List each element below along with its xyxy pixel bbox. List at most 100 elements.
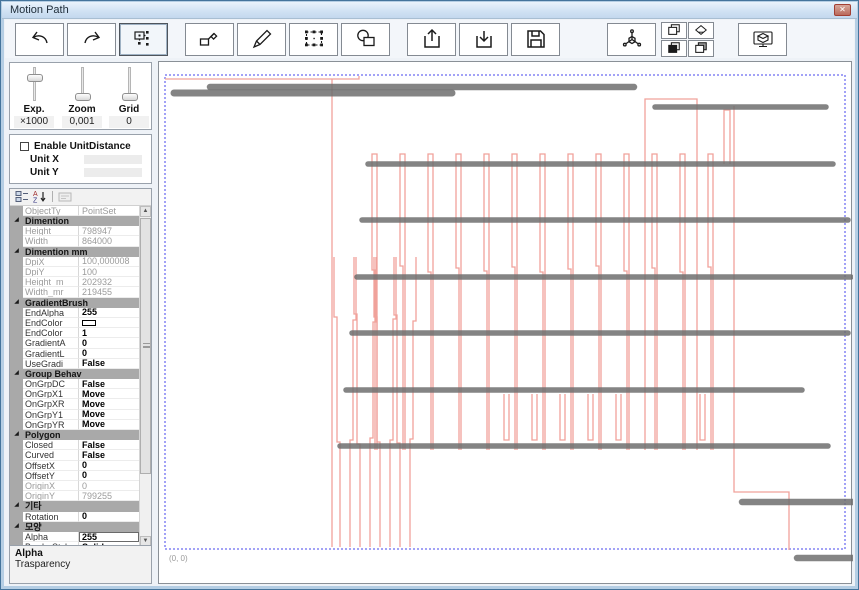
property-row[interactable]: BorderStylSolid <box>10 542 139 545</box>
property-row[interactable]: OnGrpX1Move <box>10 389 139 399</box>
title-bar[interactable]: Motion Path ✕ <box>2 2 857 19</box>
property-value[interactable]: 0 <box>79 512 139 522</box>
property-value[interactable]: 202932 <box>79 277 139 287</box>
motion-path-segment[interactable] <box>700 394 705 440</box>
property-value[interactable]: 0 <box>79 461 139 471</box>
category-row[interactable]: ◢Dimention mm <box>10 247 139 257</box>
category-row[interactable]: ◢GradientBrush <box>10 298 139 308</box>
export-button[interactable] <box>407 23 456 56</box>
eraser-button[interactable] <box>688 22 714 39</box>
unit-y-field[interactable] <box>84 168 142 177</box>
canvas-drawing[interactable] <box>159 62 853 585</box>
property-row[interactable]: ClosedFalse <box>10 440 139 450</box>
property-row[interactable]: Width864000 <box>10 236 139 246</box>
selection-rect[interactable] <box>165 75 845 549</box>
property-value[interactable]: 1 <box>79 328 139 338</box>
property-value[interactable]: Move <box>79 389 139 399</box>
arrange-front-button[interactable] <box>661 22 687 39</box>
property-row[interactable]: UseGradiFalse <box>10 359 139 369</box>
motion-path-segment[interactable] <box>532 394 537 440</box>
motion-path-segment[interactable] <box>334 257 340 547</box>
import-button[interactable] <box>459 23 508 56</box>
collapse-icon[interactable]: ◢ <box>10 430 23 440</box>
property-value[interactable]: 100,000008 <box>79 257 139 267</box>
property-row[interactable]: GradientL0 <box>10 349 139 359</box>
undo-button[interactable] <box>15 23 64 56</box>
property-value[interactable]: False <box>79 440 139 450</box>
property-value[interactable]: False <box>79 359 139 369</box>
property-row[interactable]: Height_m202932 <box>10 277 139 287</box>
grid-slider-thumb[interactable] <box>122 93 138 101</box>
draw-shape-tool-button[interactable] <box>185 23 234 56</box>
motion-path-segment[interactable] <box>616 394 621 440</box>
property-value[interactable]: Move <box>79 420 139 430</box>
collapse-icon[interactable]: ◢ <box>10 522 23 532</box>
grid-slider[interactable] <box>128 67 131 101</box>
property-row[interactable]: OnGrpDCFalse <box>10 379 139 389</box>
color-swatch[interactable] <box>82 320 96 326</box>
drawing-canvas[interactable]: (0, 0) <box>158 61 852 584</box>
motion-path-segment[interactable] <box>568 154 573 450</box>
duplicate-button[interactable] <box>688 40 714 57</box>
motion-path-segment[interactable] <box>680 154 685 450</box>
property-row[interactable]: OriginY799255 <box>10 491 139 501</box>
property-row[interactable]: OnGrpXRMove <box>10 399 139 409</box>
property-value[interactable]: 864000 <box>79 236 139 246</box>
collapse-icon[interactable]: ◢ <box>10 298 23 308</box>
motion-path-segment[interactable] <box>400 154 405 450</box>
property-value[interactable] <box>79 318 139 328</box>
property-value[interactable]: Move <box>79 399 139 409</box>
preview-screen-button[interactable] <box>738 23 787 56</box>
motion-path-segment[interactable] <box>540 154 545 450</box>
property-value[interactable]: 798947 <box>79 226 139 236</box>
property-value[interactable]: 0 <box>79 471 139 481</box>
motion-path-segment[interactable] <box>724 110 730 164</box>
property-row[interactable]: EndColor1 <box>10 328 139 338</box>
property-value[interactable]: 255 <box>79 532 139 542</box>
property-value[interactable]: Move <box>79 410 139 420</box>
save-button[interactable] <box>511 23 560 56</box>
property-row[interactable]: DpiY100 <box>10 267 139 277</box>
zoom-slider-thumb[interactable] <box>75 93 91 101</box>
category-row[interactable]: ◢모양 <box>10 522 139 532</box>
property-row[interactable]: ObjectTyPointSet <box>10 206 139 216</box>
category-row[interactable]: ◢기타 <box>10 501 139 511</box>
property-row[interactable]: OffsetX0 <box>10 461 139 471</box>
motion-path-segment[interactable] <box>390 257 396 547</box>
motion-path-segment[interactable] <box>394 257 400 547</box>
select-tool-button[interactable] <box>289 23 338 56</box>
property-value[interactable]: 799255 <box>79 491 139 501</box>
motion-path-segment[interactable] <box>512 154 517 450</box>
scroll-down-icon[interactable]: ▼ <box>140 536 151 545</box>
motion-path-segment[interactable] <box>708 154 713 450</box>
property-row[interactable]: Width_mr219455 <box>10 287 139 297</box>
alphabetical-sort-button[interactable]: A Z <box>31 190 49 204</box>
motion-path-segment[interactable] <box>484 154 489 450</box>
property-value[interactable]: False <box>79 379 139 389</box>
collapse-icon[interactable]: ◢ <box>10 501 23 511</box>
scrollbar-thumb[interactable] <box>140 218 151 474</box>
motion-path-segment[interactable] <box>504 394 509 440</box>
motion-path-segment[interactable] <box>652 154 657 450</box>
property-pages-button[interactable] <box>56 190 74 204</box>
motion-path-segment[interactable] <box>354 257 360 547</box>
property-value[interactable]: 0 <box>79 338 139 348</box>
motion-path-tool-button[interactable] <box>119 23 168 56</box>
motion-path-segment[interactable] <box>410 257 416 547</box>
arrange-back-button[interactable] <box>661 40 687 57</box>
property-row[interactable]: OnGrpYRMove <box>10 420 139 430</box>
property-value[interactable]: PointSet <box>79 206 139 216</box>
exp-slider-thumb[interactable] <box>27 74 43 82</box>
collapse-icon[interactable]: ◢ <box>10 369 23 379</box>
property-row[interactable]: Alpha255 <box>10 532 139 542</box>
category-row[interactable]: ◢Group Behav <box>10 369 139 379</box>
enable-unitdistance-checkbox[interactable] <box>20 142 29 151</box>
motion-path-segment[interactable] <box>350 257 356 547</box>
category-row[interactable]: ◢Dimention <box>10 216 139 226</box>
categorized-view-button[interactable] <box>13 190 31 204</box>
zoom-slider[interactable] <box>81 67 84 101</box>
property-value[interactable]: Solid <box>79 542 139 545</box>
motion-path-segment[interactable] <box>734 106 789 550</box>
property-value[interactable]: False <box>79 450 139 460</box>
axis-3d-button[interactable] <box>607 23 656 56</box>
